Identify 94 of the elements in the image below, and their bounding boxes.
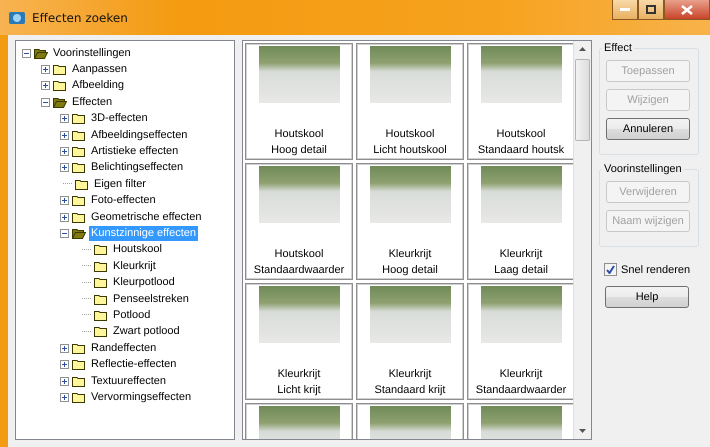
effect-caption: Houtskool Standaardwaarder [254, 247, 344, 278]
folder-icon [53, 64, 67, 76]
effect-tile[interactable]: Kleurkrijt Hoog detail [356, 163, 464, 280]
effect-caption: Houtskool Hoog detail [271, 127, 327, 158]
tree-item[interactable]: Penseelstreken [111, 292, 191, 307]
tree-item[interactable]: Foto-effecten [89, 193, 158, 208]
app-icon [8, 10, 26, 26]
expand-icon[interactable] [60, 114, 69, 124]
scroll-thumb[interactable] [575, 59, 590, 141]
tree-item[interactable]: Geometrische effecten [89, 210, 204, 225]
tree-item[interactable]: Afbeelding [70, 78, 126, 94]
effect-caption: Houtskool Standaard houtsk [478, 127, 564, 158]
effect-tile[interactable]: Kleurkrijt Laag detail [467, 163, 573, 280]
expand-icon[interactable] [60, 147, 69, 156]
tree-item[interactable]: Reflectie-effecten [89, 357, 178, 372]
effect-caption: Kleurkrijt Standaard krijt [374, 367, 446, 398]
expand-icon[interactable] [60, 376, 69, 386]
effect-caption: Kleurkrijt Laag detail [494, 247, 548, 278]
expand-icon[interactable] [41, 81, 50, 90]
effect-caption: Houtskool Licht houtskool [373, 127, 447, 158]
scrollbar[interactable] [573, 41, 591, 439]
folder-icon [53, 80, 67, 92]
folder-icon [72, 162, 86, 174]
expand-icon[interactable] [60, 392, 69, 402]
open-folder-icon [53, 96, 67, 108]
folder-icon [72, 376, 86, 386]
folder-icon [94, 277, 108, 288]
folder-icon [94, 294, 108, 305]
effect-tile[interactable]: Kleurkrijt Licht krijt [245, 283, 353, 400]
action-button[interactable]: Annuleren [606, 118, 690, 140]
folder-icon [72, 130, 86, 141]
tree-item[interactable]: Kleurpotlood [111, 275, 177, 290]
expand-icon[interactable] [60, 212, 69, 222]
folder-icon [94, 260, 108, 272]
open-folder-icon [34, 48, 48, 59]
expand-icon[interactable] [60, 163, 69, 172]
collapse-icon[interactable] [22, 48, 31, 58]
folder-icon [94, 310, 108, 321]
folder-icon [72, 212, 86, 223]
expand-icon[interactable] [60, 344, 69, 353]
effect-tile[interactable]: Houtskool Hoog detail [245, 43, 353, 160]
collapse-icon[interactable] [60, 228, 69, 238]
tree-item[interactable]: Potlood [111, 308, 152, 323]
tree-item[interactable]: Zwart potlood [111, 324, 182, 340]
open-folder-icon [72, 228, 86, 239]
expand-icon[interactable] [60, 130, 69, 140]
tree-item[interactable]: Kleurkrijt [111, 258, 158, 274]
tree-item[interactable]: Randeffecten [89, 340, 158, 356]
tree-item[interactable]: Houtskool [111, 242, 164, 258]
collapse-icon[interactable] [41, 98, 50, 107]
group-title: Effect [603, 42, 633, 54]
folder-icon [75, 178, 89, 190]
minimize-button[interactable] [612, 0, 638, 20]
effect-tile[interactable]: Kleurkrijt Standaard krijt [356, 283, 464, 400]
tree-item[interactable]: Eigen filter [92, 176, 148, 192]
maximize-button[interactable] [638, 0, 664, 20]
tree-item[interactable]: 3D-effecten [89, 111, 150, 126]
checkbox[interactable] [604, 263, 617, 276]
effect-caption: Kleurkrijt Hoog detail [382, 247, 438, 278]
minimize-icon [620, 8, 630, 11]
expand-icon[interactable] [60, 196, 69, 206]
folder-icon [72, 195, 86, 206]
scroll-up-icon[interactable] [579, 47, 586, 51]
tree-item[interactable]: Effecten [70, 94, 114, 110]
effect-caption: Kleurkrijt Standaardwaarder [476, 367, 566, 398]
effect-tile[interactable]: Houtskool Standaardwaarder [245, 163, 353, 280]
group-title: Voorinstellingen [603, 163, 683, 175]
checkbox-label: Snel renderen [621, 264, 690, 276]
folder-icon [72, 359, 86, 370]
folder-icon [72, 392, 86, 403]
tree-item[interactable]: Belichtingseffecten [89, 160, 186, 176]
help-button[interactable]: Help [605, 286, 689, 308]
folder-icon [72, 146, 86, 158]
expand-icon[interactable] [60, 360, 69, 370]
effect-tile[interactable]: Kleurkrijt Standaardwaarder [467, 283, 573, 400]
window-title: Effecten zoeken [32, 10, 128, 24]
effect-caption: Kleurkrijt Licht krijt [277, 367, 321, 398]
tree-item[interactable]: Voorinstellingen [51, 46, 133, 61]
tree-item[interactable]: Textuureffecten [89, 374, 168, 388]
maximize-icon [646, 5, 656, 14]
effect-tile[interactable]: Houtskool Licht houtskool [356, 43, 464, 160]
folder-icon [94, 244, 108, 256]
folder-icon [72, 342, 86, 354]
folder-icon [94, 326, 108, 338]
tree-item[interactable]: Aanpassen [70, 62, 130, 78]
tree-item[interactable]: Artistieke effecten [89, 144, 180, 160]
tree-item[interactable]: Vervormingseffecten [89, 390, 194, 405]
folder-icon [72, 113, 86, 124]
scroll-down-icon[interactable] [579, 429, 586, 433]
close-icon [681, 4, 693, 14]
close-button[interactable] [664, 0, 710, 20]
effect-tile[interactable]: Houtskool Standaard houtsk [467, 43, 573, 160]
tree-item[interactable]: Afbeeldingseffecten [89, 128, 190, 143]
expand-icon[interactable] [41, 65, 50, 74]
